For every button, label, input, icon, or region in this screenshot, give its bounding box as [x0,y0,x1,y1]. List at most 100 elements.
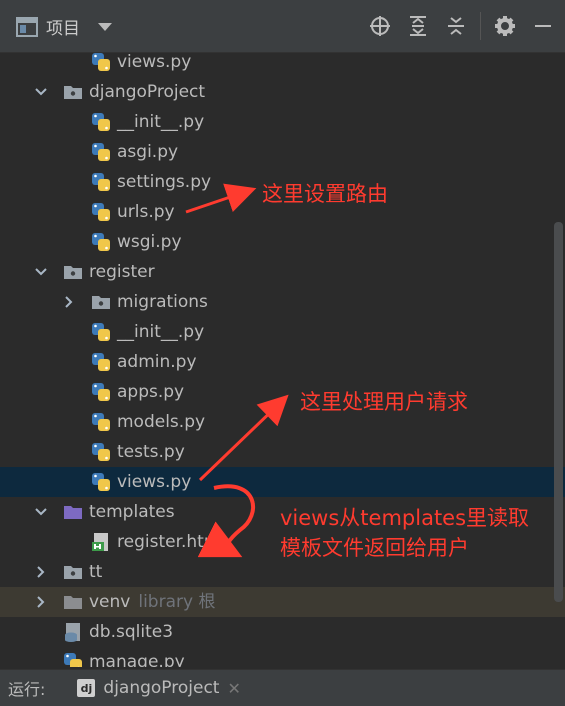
tree-item-label: tests.py [117,441,185,463]
tree-item-name: views.py [117,472,191,492]
python-file-icon [62,651,84,667]
python-file-icon [90,351,112,373]
python-file-icon [90,171,112,193]
tree-item-name: wsgi.py [117,232,182,252]
tree-item-label: djangoProject [89,81,205,103]
run-label: 运行: [8,676,45,700]
tree-row[interactable]: djangoProject [0,77,565,107]
chevron-down-icon[interactable] [34,265,48,279]
views-annotation: 这里处理用户请求 [300,386,468,416]
tree-row[interactable]: tests.py [0,437,565,467]
python-file-icon [90,381,112,403]
tree-item-name: __init__.py [117,322,204,342]
python-file-icon [90,441,112,463]
collapse-all-icon [446,15,466,37]
tree-row[interactable]: wsgi.py [0,227,565,257]
templates-annotation-line2: 模板文件返回给用户 [280,532,469,562]
tree-item-label: db.sqlite3 [89,621,173,643]
hide-panel-button[interactable] [529,12,557,40]
tree-item-name: venv [89,592,130,612]
tree-row[interactable]: manage.py [0,647,565,667]
expand-all-button[interactable] [404,12,432,40]
tree-row[interactable]: venv library 根 [0,587,565,617]
chevron-right-icon[interactable] [34,565,48,579]
tree-item-label: apps.py [117,381,184,403]
tree-row[interactable]: views.py [0,47,565,77]
chevron-right-icon[interactable] [34,595,48,609]
settings-button[interactable] [491,12,519,40]
python-file-icon [90,51,112,73]
python-file-icon [90,201,112,223]
venv-folder-icon [62,591,84,613]
tree-row[interactable]: models.py [0,407,565,437]
tree-row[interactable]: db.sqlite3 [0,617,565,647]
python-file-icon [90,231,112,253]
tree-item-name: views.py [117,52,191,72]
tree-scrollbar[interactable] [554,222,563,602]
tree-item-name: urls.py [117,202,175,222]
close-icon[interactable]: ✕ [227,679,240,698]
chevron-down-icon[interactable] [98,23,112,31]
templates-folder-icon [62,501,84,523]
tree-item-name: db.sqlite3 [89,622,173,642]
tree-item-name: admin.py [117,352,197,372]
tree-item-name: register [89,262,155,282]
tree-item-label: admin.py [117,351,197,373]
gear-icon [494,15,516,37]
toolbar-divider [480,12,481,40]
chevron-down-icon[interactable] [34,505,48,519]
project-tree[interactable]: views.py djangoProject __init__.py asgi.py s… [0,47,565,667]
chevron-right-icon[interactable] [62,295,76,309]
crosshair-icon [369,15,391,37]
python-file-icon [90,411,112,433]
tree-item-name: __init__.py [117,112,204,132]
tree-item-label: migrations [117,291,208,313]
tree-item-label: tt [89,561,102,583]
python-file-icon [90,111,112,133]
tree-row[interactable]: __init__.py [0,317,565,347]
folder-icon [62,561,84,583]
tree-row[interactable]: views.py [0,467,565,497]
html-file-icon [90,531,112,553]
tree-row[interactable]: asgi.py [0,137,565,167]
urls-annotation: 这里设置路由 [262,178,388,208]
tree-item-label: register [89,261,155,283]
django-icon: dj [77,679,95,697]
python-file-icon [90,321,112,343]
expand-all-icon [408,15,428,37]
run-tool-bar: 运行: dj djangoProject ✕ [0,669,565,706]
tree-item-name: migrations [117,292,208,312]
project-view-selector[interactable]: 项目 [16,14,112,39]
tree-item-name: tt [89,562,102,582]
tree-row[interactable]: apps.py [0,377,565,407]
tree-item-label: views.py [117,471,191,493]
project-view-title: 项目 [46,14,80,39]
locate-file-button[interactable] [366,12,394,40]
tree-row[interactable]: migrations [0,287,565,317]
tree-item-label: __init__.py [117,111,204,133]
tree-item-name: models.py [117,412,205,432]
tree-item-name: manage.py [89,652,185,667]
tree-item-label: urls.py [117,201,175,223]
tree-item-label: models.py [117,411,205,433]
tree-item-label: templates [89,501,175,523]
tree-item-name: djangoProject [89,82,205,102]
minimize-icon [533,16,553,36]
tree-row[interactable]: register [0,257,565,287]
folder-icon [62,81,84,103]
tree-item-label: manage.py [89,651,185,667]
chevron-down-icon[interactable] [34,85,48,99]
tree-item-annotation: library 根 [138,592,215,612]
tree-item-label: views.py [117,51,191,73]
folder-icon [62,261,84,283]
tree-row[interactable]: __init__.py [0,107,565,137]
run-config-tab[interactable]: djangoProject [103,678,219,698]
tree-item-label: __init__.py [117,321,204,343]
tree-item-label: asgi.py [117,141,178,163]
tree-row[interactable]: admin.py [0,347,565,377]
collapse-all-button[interactable] [442,12,470,40]
python-file-icon [90,471,112,493]
templates-annotation-line1: views从templates里读取 [280,502,529,532]
tree-item-name: settings.py [117,172,211,192]
tree-item-name: register.html [117,532,225,552]
